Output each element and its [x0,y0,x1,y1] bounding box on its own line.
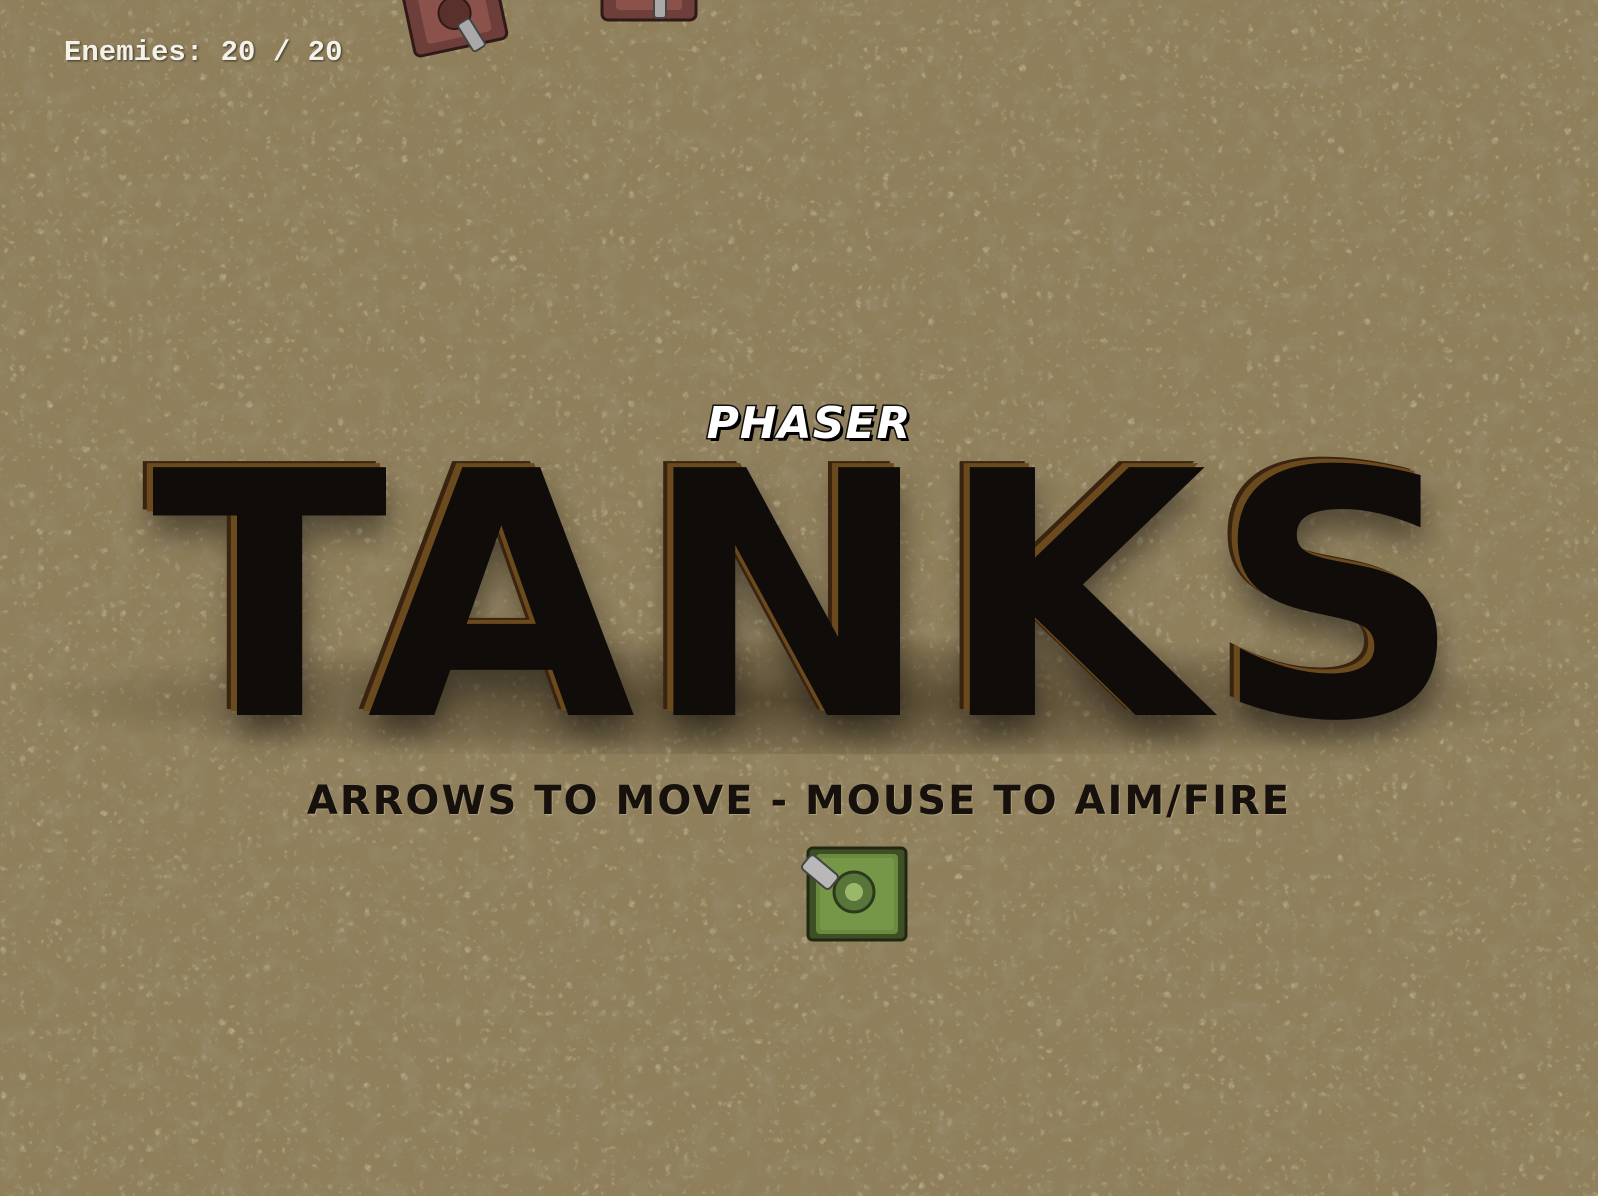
enemy-tank-icon [400,0,509,58]
enemy-counter-label: Enemies: [64,36,204,69]
enemy-counter: Enemies: 20 / 20 [64,36,342,69]
dirt-terrain [0,0,1598,1196]
player-tank-icon[interactable] [796,838,916,950]
enemies-alive-count: 20 [220,36,256,69]
enemies-total-count: 20 [307,36,343,69]
enemy-counter-separator: / [272,36,291,69]
game-canvas[interactable]: Enemies: 20 / 20 PHASER TANKS ARROWS TO … [0,0,1598,1196]
enemy-tank-icon [600,0,698,22]
